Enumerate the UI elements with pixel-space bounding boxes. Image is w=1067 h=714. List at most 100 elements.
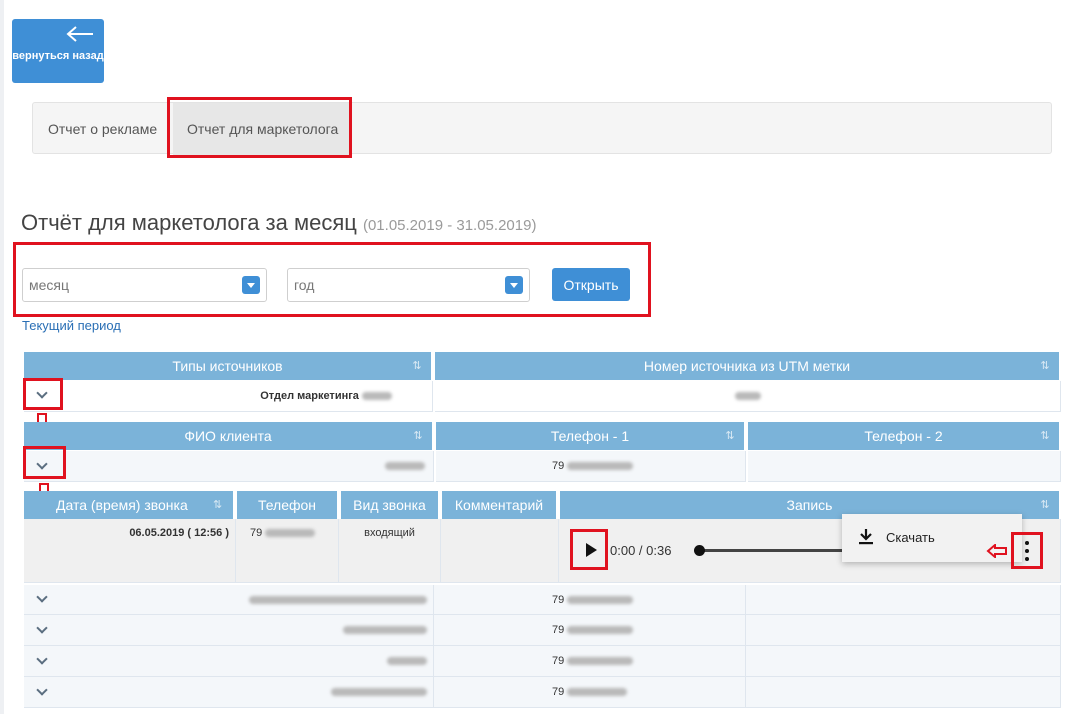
phone-prefix: 79: [552, 460, 565, 472]
month-select[interactable]: месяц: [22, 268, 267, 302]
phone-prefix: 79: [250, 527, 263, 539]
col-call-type[interactable]: Вид звонка: [341, 491, 440, 519]
blurred-text: [567, 626, 634, 635]
phone-1-cell: 79: [434, 615, 746, 646]
col-phone-2-label: Телефон - 2: [864, 428, 943, 444]
col-utm-number-label: Номер источника из UTM метки: [643, 358, 851, 374]
blurred-text: [331, 688, 427, 697]
call-datetime-value: 06.05.2019 ( 12:56 ): [129, 527, 229, 539]
call-datetime-cell: 06.05.2019 ( 12:56 ): [24, 519, 236, 583]
chevron-down-icon[interactable]: [36, 657, 48, 665]
chevron-down-icon[interactable]: [36, 688, 48, 696]
play-icon[interactable]: [572, 531, 608, 569]
col-phone[interactable]: Телефон: [237, 491, 339, 519]
call-phone-cell: 79: [236, 519, 339, 583]
client-name-cell: [24, 615, 434, 646]
blurred-text: [265, 529, 316, 538]
phone-1-cell: 79: [434, 677, 746, 708]
download-icon: [859, 529, 873, 545]
page-title-period: (01.05.2019 - 31.05.2019): [362, 217, 537, 234]
client-name-cell: [24, 451, 434, 482]
blurred-text: [734, 392, 761, 401]
phone-1-cell: 79: [434, 585, 746, 615]
col-utm-number[interactable]: Номер источника из UTM метки ⇅: [435, 352, 1061, 380]
report-tabs: Отчет о рекламе Отчет для маркетолога: [32, 102, 1052, 155]
chevron-down-icon[interactable]: [36, 391, 48, 399]
current-period-link[interactable]: Текущий период: [22, 318, 121, 333]
col-comment-label: Комментарий: [454, 497, 544, 513]
chevron-down-icon[interactable]: [36, 462, 48, 470]
more-options-icon[interactable]: [1013, 534, 1041, 568]
client-name-cell: [24, 585, 434, 615]
phone-prefix: 79: [552, 624, 565, 636]
page-title-text: Отчёт для маркетолога за месяц: [21, 210, 357, 235]
back-button[interactable]: вернуться назад: [12, 19, 104, 83]
sort-icon: ⇅: [1040, 430, 1050, 442]
back-button-label: вернуться назад: [12, 50, 104, 62]
sort-icon: ⇅: [213, 499, 223, 511]
client-name-cell: [24, 646, 434, 677]
blurred-text: [567, 688, 628, 697]
sort-icon: ⇅: [413, 430, 423, 442]
sort-icon: ⇅: [412, 360, 422, 372]
left-border: [0, 0, 4, 714]
phone-prefix: 79: [552, 686, 565, 698]
dropdown-caret-icon: [242, 276, 260, 294]
col-client-name[interactable]: ФИО клиента ⇅: [24, 422, 434, 450]
red-arrow-left-icon: [986, 544, 1007, 558]
blurred-text: [387, 657, 427, 666]
phone-2-cell: [746, 615, 1061, 646]
audio-progress-handle[interactable]: [694, 545, 705, 556]
col-phone-1-label: Телефон - 1: [550, 428, 630, 444]
phone-prefix: 79: [552, 655, 565, 667]
phone-2-cell: [748, 451, 1061, 482]
col-source-types-label: Типы источников: [172, 358, 283, 374]
arrow-left-icon: [66, 26, 93, 42]
source-type-cell: Отдел маркетинга: [24, 381, 433, 412]
comment-cell: [441, 519, 559, 583]
col-phone-1[interactable]: Телефон - 1 ⇅: [436, 422, 746, 450]
col-client-name-label: ФИО клиента: [184, 428, 272, 444]
sort-icon: ⇅: [1040, 360, 1050, 372]
audio-time: 0:00 / 0:36: [610, 543, 672, 558]
audio-progress-track[interactable]: [699, 549, 849, 552]
phone-prefix: 79: [552, 594, 565, 606]
year-select-placeholder: год: [294, 277, 315, 293]
blurred-text: [567, 462, 634, 471]
blurred-text: [362, 392, 392, 401]
blurred-text: [567, 657, 634, 666]
col-source-types[interactable]: Типы источников ⇅: [24, 352, 433, 380]
tab-marketer-report[interactable]: Отчет для маркетолога: [173, 103, 353, 155]
chevron-down-icon[interactable]: [36, 595, 48, 603]
tab-ads-report[interactable]: Отчет о рекламе: [34, 103, 171, 155]
phone-1-cell: 79: [434, 646, 746, 677]
blurred-text: [385, 462, 425, 471]
utm-number-cell: [435, 381, 1061, 412]
col-phone-2[interactable]: Телефон - 2 ⇅: [748, 422, 1061, 450]
client-name-cell: [24, 677, 434, 708]
year-select[interactable]: год: [287, 268, 530, 302]
phone-2-cell: [746, 677, 1061, 708]
phone-2-cell: [746, 585, 1061, 615]
chevron-down-icon[interactable]: [36, 626, 48, 634]
blurred-text: [343, 626, 427, 635]
phone-2-cell: [746, 646, 1061, 677]
page-title: Отчёт для маркетолога за месяц (01.05.20…: [21, 210, 536, 236]
col-call-datetime[interactable]: Дата (время) звонка ⇅: [24, 491, 235, 519]
blurred-text: [249, 596, 427, 605]
download-menu-item[interactable]: Скачать: [886, 530, 935, 545]
sort-icon: ⇅: [1040, 499, 1050, 511]
call-type-cell: входящий: [339, 519, 441, 583]
col-recording-label: Запись: [786, 497, 833, 513]
call-type-value: входящий: [364, 527, 415, 539]
blurred-text: [567, 596, 634, 605]
month-select-placeholder: месяц: [29, 277, 70, 293]
source-type-value: Отдел маркетинга: [260, 390, 359, 402]
col-call-type-label: Вид звонка: [353, 497, 426, 513]
open-button[interactable]: Открыть: [552, 268, 630, 301]
col-comment[interactable]: Комментарий: [442, 491, 558, 519]
col-phone-label: Телефон: [257, 497, 317, 513]
phone-1-cell: 79: [436, 451, 746, 482]
col-call-datetime-label: Дата (время) звонка: [56, 497, 188, 513]
sort-icon: ⇅: [725, 430, 735, 442]
